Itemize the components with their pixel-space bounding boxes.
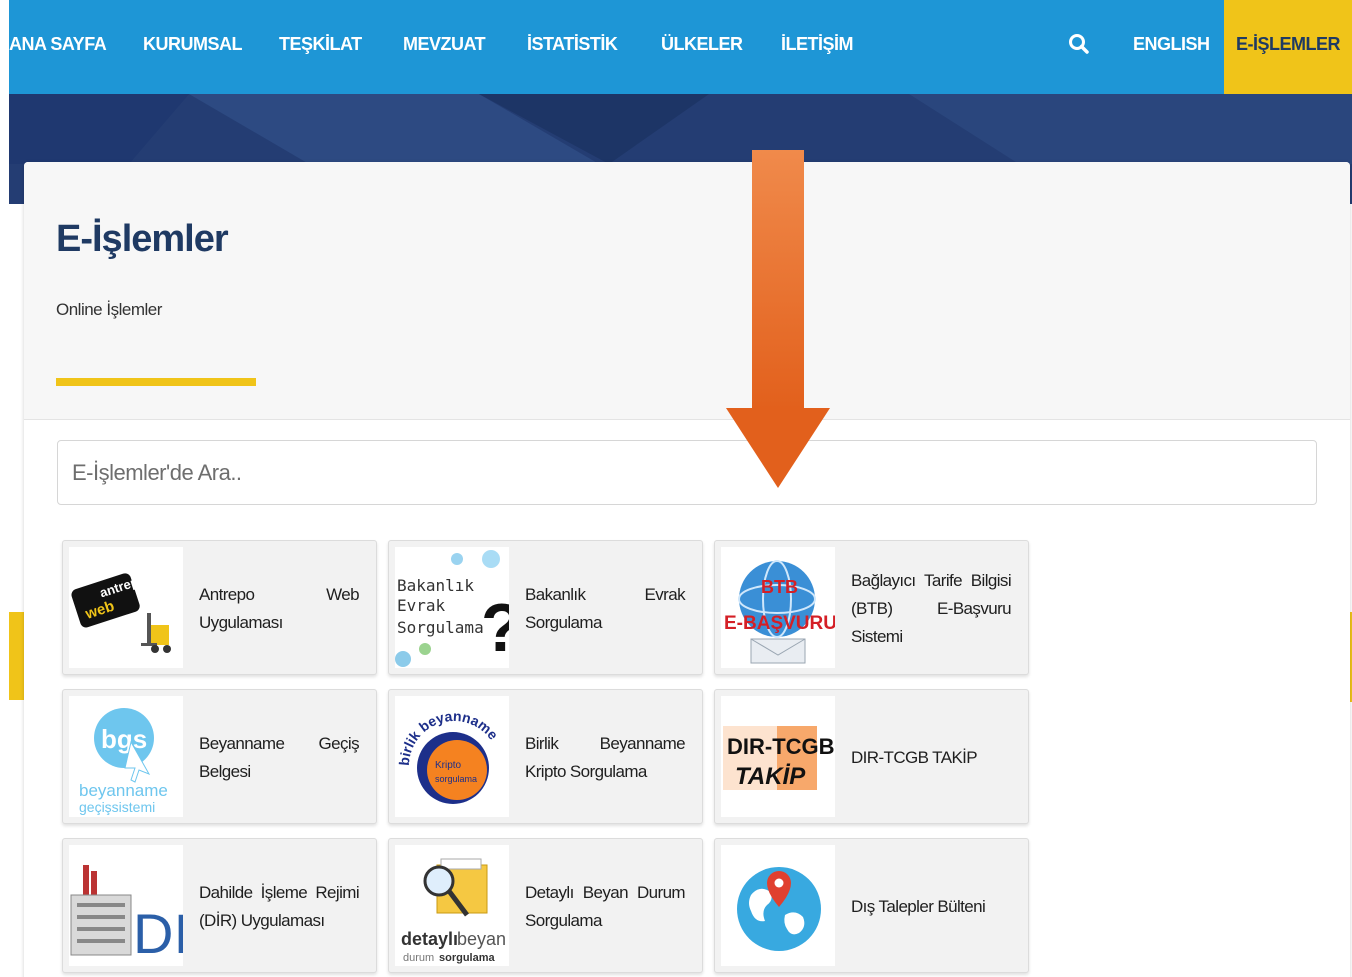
svg-text:geçişsistemi: geçişsistemi [79, 799, 155, 815]
svg-text:sorgulama: sorgulama [435, 774, 477, 784]
svg-text:Evrak: Evrak [397, 596, 446, 615]
world-map-pin-logo [721, 845, 835, 966]
tile-birlik-beyanname-kripto[interactable]: birlik beyanname Kripto sorgulama Birlik… [388, 689, 703, 824]
birlik-beyanname-logo: birlik beyanname Kripto sorgulama [395, 696, 509, 817]
svg-text:DIR-TCGB: DIR-TCGB [727, 734, 835, 759]
svg-text:beyanname: beyanname [79, 781, 168, 800]
tile-antrepo-web[interactable]: antrepo web Antrepo Web Uygulaması [62, 540, 377, 675]
svg-text:Kripto: Kripto [435, 760, 462, 771]
page-subtitle: Online İşlemler [56, 300, 162, 319]
svg-text:sorgulama: sorgulama [439, 952, 496, 964]
tile-label: Dahilde İşleme Rejimi (DİR) Uygulaması [199, 882, 360, 930]
tile-dir-tcgb-takip[interactable]: DIR-TCGB TAKİP DIR-TCGB TAKİP [714, 689, 1029, 824]
bgs-logo: bgs beyanname geçişsistemi [69, 696, 183, 817]
dir-tcgb-takip-logo: DIR-TCGB TAKİP [721, 696, 835, 817]
svg-text:beyan: beyan [457, 929, 506, 949]
tile-label: Birlik Beyanname Kripto Sorgulama [525, 733, 686, 781]
decorative-yellow-strip-left [9, 612, 25, 700]
tile-label: Bağlayıcı Tarife Bilgisi (BTB) E-Başvuru… [851, 570, 1012, 646]
svg-text:E-BAŞVURU: E-BAŞVURU [724, 613, 835, 634]
page-title: E-İşlemler [56, 218, 229, 260]
dir-logo: DIR [69, 845, 183, 966]
svg-text:durum: durum [403, 952, 434, 964]
svg-text:bgs: bgs [101, 724, 147, 754]
tile-label: Dış Talepler Bülteni [851, 896, 986, 916]
nav-item-iletisim[interactable]: İLETİŞİM [781, 0, 854, 94]
nav-item-kurumsal[interactable]: KURUMSAL [143, 0, 243, 94]
e-islemler-search-input[interactable] [57, 440, 1317, 505]
svg-text:Bakanlık: Bakanlık [397, 576, 474, 595]
e-islemler-card: E-İşlemler Online İşlemler antrepo web [24, 162, 1350, 977]
tile-label: Bakanlık Evrak Sorgulama [525, 584, 686, 632]
search-icon[interactable] [1065, 30, 1095, 60]
nav-item-mevzuat[interactable]: MEVZUAT [403, 0, 486, 94]
detayli-beyan-logo: detaylı beyan durum sorgulama [395, 845, 509, 966]
svg-text:DIR: DIR [133, 902, 183, 965]
tile-label: Detaylı Beyan Durum Sorgulama [525, 882, 686, 930]
svg-text:?: ? [481, 590, 509, 666]
svg-text:TAKİP: TAKİP [735, 763, 806, 790]
tile-dis-talepler-bulteni[interactable]: Dış Talepler Bülteni [714, 838, 1029, 973]
svg-text:Sorgulama: Sorgulama [397, 618, 484, 637]
nav-item-ulkeler[interactable]: ÜLKELER [661, 0, 743, 94]
tile-label: Antrepo Web Uygulaması [199, 584, 360, 632]
nav-item-ana-sayfa[interactable]: ANA SAYFA [9, 0, 107, 94]
nav-item-teskilat[interactable]: TEŞKİLAT [279, 0, 362, 94]
card-header: E-İşlemler Online İşlemler [24, 162, 1350, 420]
tile-label: Beyanname Geçiş Belgesi [199, 733, 360, 781]
tile-dahilde-isleme-rejimi[interactable]: DIR Dahilde İşleme Rejimi (DİR) Uygulama… [62, 838, 377, 973]
svg-text:BTB: BTB [761, 577, 798, 597]
svg-text:detaylı: detaylı [401, 929, 458, 949]
tile-detayli-beyan-durum[interactable]: detaylı beyan durum sorgulama Detaylı Be… [388, 838, 703, 973]
nav-item-istatistik[interactable]: İSTATİSTİK [527, 0, 618, 94]
tile-label: DIR-TCGB TAKİP [851, 747, 978, 767]
bakanlik-evrak-sorgulama-logo: Bakanlık Evrak Sorgulama ? [395, 547, 509, 668]
top-navigation: ANA SAYFA KURUMSAL TEŞKİLAT MEVZUAT İSTA… [9, 0, 1352, 94]
tile-btb-ebasvuru[interactable]: BTB E-BAŞVURU Bağlayıcı Tarife Bilgisi (… [714, 540, 1029, 675]
tile-beyanname-gecis-belgesi[interactable]: bgs beyanname geçişsistemi Beyanname Geç… [62, 689, 377, 824]
title-underline [56, 378, 256, 386]
nav-item-english[interactable]: ENGLISH [1133, 0, 1210, 94]
btb-ebasvuru-logo: BTB E-BAŞVURU [721, 547, 835, 668]
antrepo-web-logo: antrepo web [69, 547, 183, 668]
nav-item-e-islemler[interactable]: E-İŞLEMLER [1224, 0, 1352, 94]
tile-bakanlik-evrak-sorgulama[interactable]: Bakanlık Evrak Sorgulama ? Bakanlık Evra… [388, 540, 703, 675]
